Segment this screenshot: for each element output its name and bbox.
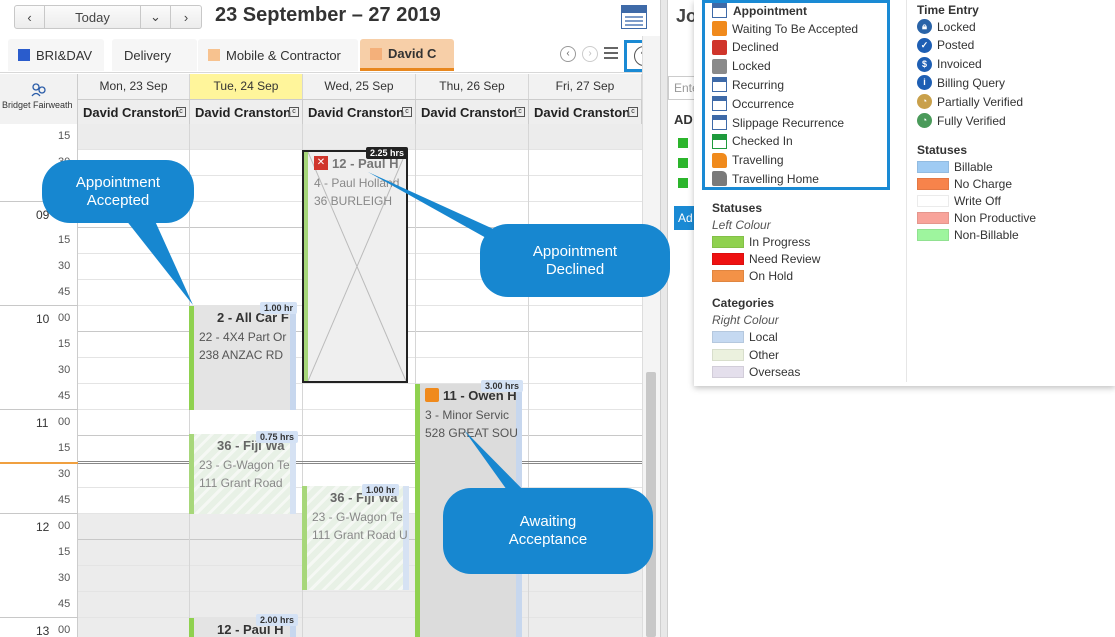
callout-appointment-declined: Appointment Declined (480, 224, 670, 297)
callout-awaiting-acceptance: Awaiting Acceptance (443, 488, 653, 574)
callout-appointment-accepted: Appointment Accepted (42, 160, 194, 223)
